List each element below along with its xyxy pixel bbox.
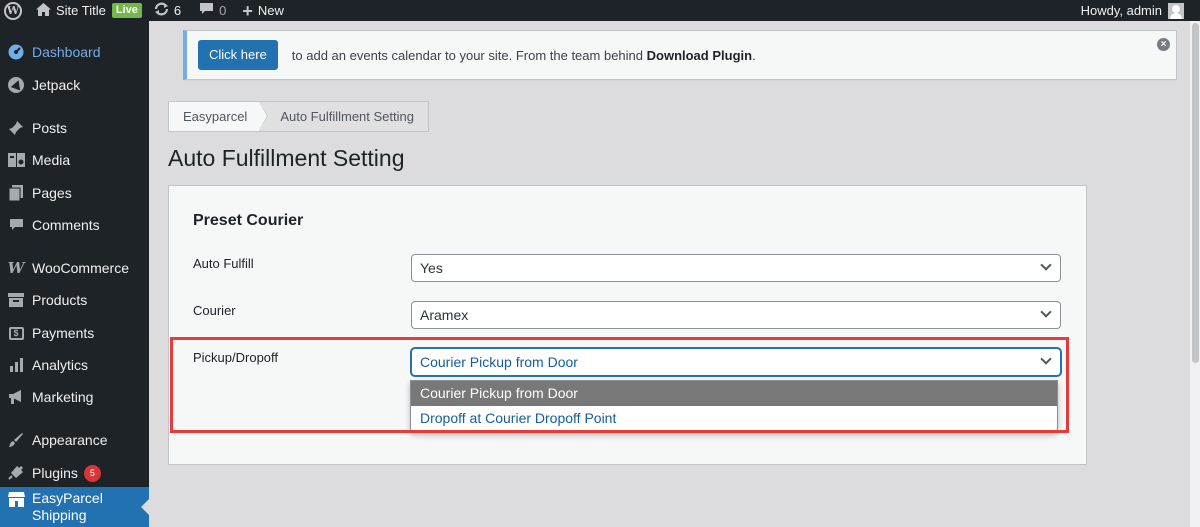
plus-icon: +	[242, 0, 253, 21]
comments-menu[interactable]: 0	[187, 0, 232, 21]
comment-icon	[0, 218, 32, 232]
payments-icon: $	[0, 326, 32, 340]
home-icon	[36, 2, 51, 19]
comment-bubble-icon	[199, 2, 214, 19]
wp-logo-menu[interactable]: W	[0, 0, 30, 21]
sidebar-item-label: Comments	[32, 217, 100, 233]
sidebar-item-woocommerce[interactable]: W WooCommerce	[0, 252, 149, 284]
breadcrumb-item-easyparcel[interactable]: Easyparcel	[169, 102, 269, 131]
notice-text-end: .	[752, 47, 756, 63]
admin-notice: Click here to add an events calendar to …	[183, 30, 1177, 80]
plugins-update-badge: 5	[83, 464, 101, 482]
sidebar-item-label: Jetpack	[32, 77, 81, 93]
wordpress-logo-icon: W	[4, 1, 22, 20]
sidebar-item-payments[interactable]: $ Payments	[0, 317, 149, 349]
store-icon	[0, 492, 32, 507]
dashboard-icon	[0, 44, 32, 60]
pickup-dropoff-select[interactable]: Courier Pickup from Door	[411, 348, 1061, 376]
dropdown-option-courier-pickup[interactable]: Courier Pickup from Door	[411, 381, 1057, 406]
sidebar-item-pages[interactable]: Pages	[0, 177, 149, 209]
comments-count: 0	[219, 3, 227, 18]
sidebar-item-marketing[interactable]: Marketing	[0, 381, 149, 413]
dropdown-option-dropoff-point[interactable]: Dropoff at Courier Dropoff Point	[411, 406, 1057, 431]
main-content: Click here to add an events calendar to …	[149, 21, 1189, 527]
analytics-icon	[0, 358, 32, 372]
admin-bar: W Site Title Live 6 0 + New Howdy, admin	[0, 0, 1200, 21]
click-here-button[interactable]: Click here	[198, 40, 278, 70]
archive-icon	[0, 293, 32, 307]
sidebar-item-label: Marketing	[32, 389, 94, 405]
notice-text: to add an events calendar to your site. …	[292, 48, 756, 63]
sidebar-item-label: Posts	[32, 120, 68, 136]
sidebar-item-label: WooCommerce	[32, 260, 129, 276]
new-content-menu[interactable]: + New	[232, 0, 290, 21]
sidebar-item-label: Pages	[32, 185, 72, 201]
sidebar-item-dashboard[interactable]: Dashboard	[0, 36, 149, 68]
sidebar-item-jetpack[interactable]: Jetpack	[0, 69, 149, 101]
sidebar-item-label: Products	[32, 292, 88, 308]
account-menu[interactable]: Howdy, admin	[1075, 0, 1200, 21]
sidebar-item-label: Media	[32, 152, 71, 168]
auto-fulfill-select[interactable]: Yes	[411, 254, 1061, 282]
scrollbar-thumb[interactable]	[1192, 23, 1199, 363]
auto-fulfill-label: Auto Fulfill	[193, 256, 254, 271]
chevron-down-icon	[1040, 259, 1052, 271]
sidebar-item-media[interactable]: Media	[0, 144, 149, 176]
sidebar-item-appearance[interactable]: Appearance	[0, 424, 149, 456]
chevron-down-icon	[1040, 306, 1052, 318]
site-name-menu[interactable]: Site Title Live	[30, 0, 148, 21]
sidebar-item-label: EasyParcel Shipping	[32, 490, 103, 523]
jetpack-icon	[0, 77, 32, 93]
sidebar-item-label: Payments	[32, 325, 95, 341]
sidebar-item-plugins[interactable]: Plugins 5	[0, 457, 149, 489]
sidebar-item-easyparcel-shipping[interactable]: EasyParcel Shipping	[0, 487, 149, 527]
woocommerce-icon: W	[7, 259, 25, 277]
pin-icon	[0, 120, 32, 136]
sidebar-item-label: Plugins	[32, 465, 78, 481]
pickup-dropoff-dropdown-list: Courier Pickup from Door Dropoff at Cour…	[410, 380, 1058, 432]
howdy-text: Howdy, admin	[1080, 3, 1162, 18]
updates-count: 6	[173, 3, 182, 18]
notice-text-bold: Download Plugin	[646, 47, 753, 63]
breadcrumb-item-current: Auto Fulfillment Setting	[259, 102, 428, 131]
auto-fulfill-value: Yes	[420, 260, 443, 276]
chevron-down-icon	[1040, 353, 1052, 365]
courier-select[interactable]: Aramex	[411, 301, 1061, 329]
page-scrollbar[interactable]	[1189, 21, 1200, 527]
site-title: Site Title	[56, 3, 106, 18]
notice-text-main: to add an events calendar to your site. …	[291, 47, 643, 63]
updates-menu[interactable]: 6	[148, 0, 187, 21]
sidebar-item-label: Appearance	[32, 432, 108, 448]
admin-sidebar: Dashboard Jetpack Posts Media Pages Comm…	[0, 21, 149, 527]
pages-icon	[0, 185, 32, 201]
courier-label: Courier	[193, 303, 236, 318]
pickup-dropoff-label: Pickup/Dropoff	[193, 350, 279, 365]
sidebar-item-posts[interactable]: Posts	[0, 112, 149, 144]
breadcrumb: Easyparcel Auto Fulfillment Setting	[168, 101, 429, 132]
page-title: Auto Fulfillment Setting	[168, 145, 405, 171]
section-heading: Preset Courier	[193, 212, 304, 229]
brush-icon	[0, 432, 32, 448]
current-menu-arrow	[141, 499, 149, 515]
sidebar-item-label: Analytics	[32, 357, 89, 373]
live-badge: Live	[111, 3, 142, 18]
sidebar-item-label: Dashboard	[32, 44, 101, 60]
megaphone-icon	[0, 389, 32, 405]
sidebar-item-analytics[interactable]: Analytics	[0, 349, 149, 381]
new-label: New	[257, 3, 284, 18]
plugin-icon	[0, 465, 32, 481]
refresh-icon	[154, 2, 169, 19]
sidebar-item-comments[interactable]: Comments	[0, 209, 149, 241]
avatar	[1168, 2, 1184, 19]
courier-value: Aramex	[420, 307, 469, 323]
pickup-dropoff-value: Courier Pickup from Door	[420, 354, 578, 370]
media-icon	[0, 152, 32, 168]
sidebar-item-products[interactable]: Products	[0, 284, 149, 316]
dismiss-notice-icon[interactable]: ×	[1157, 38, 1170, 51]
